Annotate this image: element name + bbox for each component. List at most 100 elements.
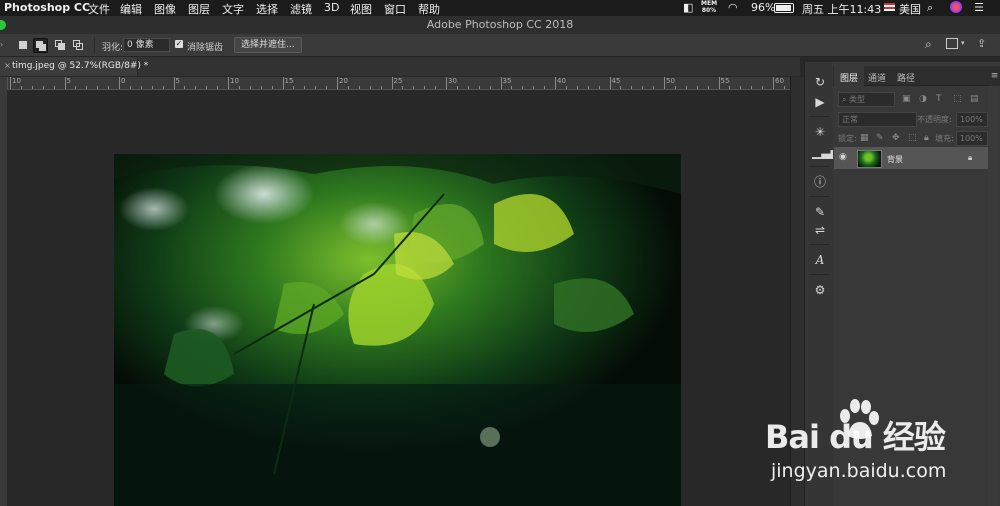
- ruler-tick: [206, 86, 208, 89]
- share-icon[interactable]: ⇪: [977, 37, 986, 50]
- menu-3d[interactable]: 3D: [324, 1, 339, 14]
- document-tab[interactable]: × timg.jpeg @ 52.7%(RGB/8#) *: [0, 57, 148, 76]
- filter-shape-icon[interactable]: ⬚: [953, 94, 962, 104]
- document-image[interactable]: [114, 154, 681, 506]
- close-tab-icon[interactable]: ×: [4, 61, 11, 70]
- blend-mode-select[interactable]: 正常: [838, 112, 917, 127]
- ruler-tick: [151, 86, 153, 89]
- select-and-mask-button[interactable]: 选择并遮住...: [234, 37, 302, 53]
- spotlight-search-icon[interactable]: ⌕: [927, 1, 933, 15]
- ruler-tick: [64, 77, 66, 89]
- notification-center-icon[interactable]: ☰: [974, 1, 984, 14]
- ruler-tick: [500, 77, 502, 89]
- lock-all-icon[interactable]: 🔒︎: [924, 133, 929, 143]
- layer-thumbnail[interactable]: [857, 150, 882, 168]
- menu-image[interactable]: 图像: [154, 1, 176, 17]
- ruler-tick: [358, 86, 360, 89]
- ruler-tick: [729, 86, 731, 89]
- tool-preset-chevron-icon[interactable]: ›: [0, 40, 3, 49]
- feather-input[interactable]: 0 像素: [123, 38, 170, 52]
- ruler-label: 60: [775, 77, 784, 85]
- lock-position-icon[interactable]: ✥: [892, 133, 900, 143]
- wifi-icon[interactable]: ◠: [728, 1, 738, 14]
- us-flag-icon: [884, 3, 895, 11]
- subtract-from-selection-icon[interactable]: [53, 38, 66, 51]
- bookmark-icon[interactable]: ◧: [683, 1, 693, 14]
- history-icon[interactable]: ↻: [812, 74, 828, 90]
- menu-file[interactable]: 文件: [88, 1, 110, 17]
- ruler-tick: [620, 86, 622, 89]
- tab-channels[interactable]: 通道: [868, 71, 886, 84]
- ruler-tick: [293, 86, 295, 89]
- ruler-tick: [42, 86, 44, 89]
- menu-type[interactable]: 文字: [222, 1, 244, 17]
- intersect-selection-icon[interactable]: [71, 38, 84, 51]
- menu-window[interactable]: 窗口: [384, 1, 406, 17]
- visibility-eye-icon[interactable]: ◉: [839, 152, 849, 162]
- menu-select[interactable]: 选择: [256, 1, 278, 17]
- new-selection-icon[interactable]: [16, 38, 29, 51]
- ruler-tick: [456, 86, 458, 89]
- actions-play-icon[interactable]: ▶: [812, 94, 828, 110]
- filter-pixel-icon[interactable]: ▣: [902, 94, 911, 104]
- lock-image-icon[interactable]: ✎: [876, 133, 884, 143]
- menu-help[interactable]: 帮助: [418, 1, 440, 17]
- ruler-tick: [20, 86, 22, 89]
- panel-menu-icon[interactable]: ≡: [989, 66, 1000, 86]
- properties-icon[interactable]: ⚙: [812, 282, 828, 298]
- ruler-tick: [162, 86, 164, 89]
- ruler-tick: [576, 86, 578, 89]
- lock-transparent-icon[interactable]: ▦: [860, 133, 869, 143]
- ruler-label: 10: [12, 77, 21, 85]
- filter-adjustment-icon[interactable]: ◑: [919, 94, 927, 104]
- workspace-chevron-icon[interactable]: ▾: [961, 39, 965, 47]
- ruler-tick: [217, 86, 219, 89]
- brush-presets-icon[interactable]: ⇌: [812, 222, 828, 238]
- histogram-icon[interactable]: ▁▃▅: [812, 144, 840, 160]
- antialias-checkbox[interactable]: ✓: [175, 40, 183, 48]
- siri-icon[interactable]: [950, 1, 962, 13]
- add-to-selection-icon[interactable]: [33, 38, 48, 53]
- ruler-tick: [391, 77, 393, 89]
- ruler-tick: [707, 86, 709, 89]
- memory-indicator[interactable]: MEM 80%: [701, 0, 717, 14]
- clock[interactable]: 周五 上午11:43: [802, 1, 881, 17]
- ruler-tick: [631, 86, 633, 89]
- ruler-tick: [762, 86, 764, 89]
- info-icon[interactable]: ⓘ: [812, 174, 828, 190]
- filter-smart-object-icon[interactable]: ▤: [970, 94, 979, 104]
- ruler-tick: [119, 77, 120, 89]
- tab-layers[interactable]: 图层: [840, 71, 858, 84]
- ruler-tick: [228, 77, 229, 89]
- strip-divider: [809, 274, 829, 275]
- layer-name[interactable]: 背景: [887, 154, 903, 165]
- battery-percent[interactable]: 96%: [751, 1, 775, 14]
- menu-filter[interactable]: 滤镜: [290, 1, 312, 17]
- mac-menubar: Photoshop CC 文件 编辑 图像 图层 文字 选择 滤镜 3D 视图 …: [0, 0, 1000, 16]
- workspace-icon[interactable]: [946, 38, 958, 49]
- lock-artboard-icon[interactable]: ⬚: [908, 133, 917, 143]
- search-icon[interactable]: ⌕: [925, 37, 932, 52]
- ruler-label: 10: [230, 77, 239, 85]
- menu-view[interactable]: 视图: [350, 1, 372, 17]
- window-titlebar: Adobe Photoshop CC 2018: [0, 16, 1000, 35]
- menu-edit[interactable]: 编辑: [120, 1, 142, 17]
- app-menu[interactable]: Photoshop CC: [4, 1, 90, 14]
- filter-type-icon[interactable]: T: [936, 94, 942, 104]
- options-bar: › 羽化: 0 像素 ✓ 消除锯齿 选择并遮住... ⌕ ▾ ⇪: [0, 34, 1000, 57]
- panel-scrollbar[interactable]: [988, 87, 999, 506]
- lock-label: 锁定:: [838, 134, 857, 143]
- fill-input[interactable]: 100%: [956, 131, 988, 146]
- ruler-label: 45: [611, 77, 621, 85]
- adjustments-icon[interactable]: ✳: [812, 124, 828, 140]
- ruler-tick: [664, 77, 665, 89]
- tab-paths[interactable]: 路径: [897, 71, 915, 84]
- layer-lock-icon[interactable]: 🔒︎: [968, 153, 972, 163]
- menu-layer[interactable]: 图层: [188, 1, 210, 17]
- layer-filter-select[interactable]: ⌕ 类型: [838, 92, 895, 107]
- filter-search-icon: ⌕: [842, 95, 850, 104]
- input-source[interactable]: 美国: [899, 1, 921, 17]
- brush-settings-icon[interactable]: ✎: [812, 204, 828, 220]
- character-icon[interactable]: A: [812, 252, 828, 268]
- opacity-input[interactable]: 100%: [956, 112, 988, 127]
